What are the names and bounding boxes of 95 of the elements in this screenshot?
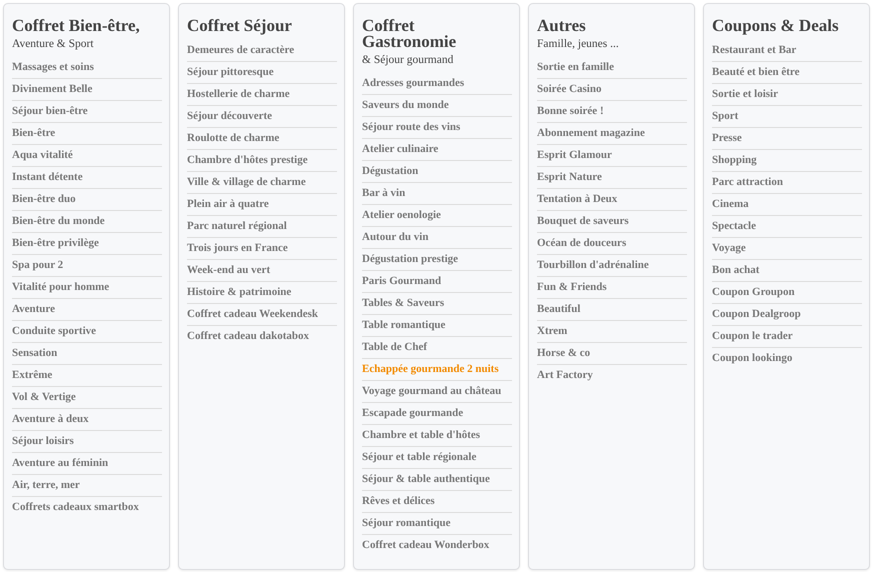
category-link[interactable]: Coupon Dealgroop	[712, 304, 862, 326]
category-link[interactable]: Bien-être privilège	[12, 233, 162, 255]
category-link[interactable]: Aventure à deux	[12, 409, 162, 431]
category-link[interactable]: Séjour route des vins	[362, 117, 512, 139]
category-link[interactable]: Demeures de caractère	[187, 40, 337, 62]
category-subtitle: Aventure & Sport	[12, 37, 95, 51]
category-link[interactable]: Tables & Saveurs	[362, 293, 512, 315]
category-link[interactable]: Séjour découverte	[187, 106, 337, 128]
category-link[interactable]: Tentation à Deux	[537, 189, 687, 211]
category-link[interactable]: Table romantique	[362, 315, 512, 337]
category-link[interactable]: Divinement Belle	[12, 79, 162, 101]
category-link[interactable]: Massages et soins	[12, 57, 162, 79]
category-link[interactable]: Dégustation	[362, 161, 512, 183]
category-link[interactable]: Esprit Glamour	[537, 145, 687, 167]
category-link[interactable]: Instant détente	[12, 167, 162, 189]
category-link[interactable]: Rêves et délices	[362, 491, 512, 513]
category-link[interactable]: Aventure au féminin	[12, 453, 162, 475]
category-link[interactable]: Paris Gourmand	[362, 271, 512, 293]
category-link[interactable]: Bonne soirée !	[537, 101, 687, 123]
category-link[interactable]: Séjour loisirs	[12, 431, 162, 453]
category-link[interactable]: Beautiful	[537, 299, 687, 321]
category-link[interactable]: Coffret cadeau Wonderbox	[362, 535, 512, 557]
category-link[interactable]: Séjour et table régionale	[362, 447, 512, 469]
category-link[interactable]: Horse & co	[537, 343, 687, 365]
category-link[interactable]: Vol & Vertige	[12, 387, 162, 409]
category-link[interactable]: Voyage	[712, 238, 862, 260]
category-link[interactable]: Restaurant et Bar	[712, 40, 862, 62]
category-link[interactable]: Sortie et loisir	[712, 84, 862, 106]
category-link[interactable]: Séjour pittoresque	[187, 62, 337, 84]
category-link[interactable]: Bien-être	[12, 123, 162, 145]
category-link[interactable]: Bon achat	[712, 260, 862, 282]
category-title: Coupons & Deals	[712, 18, 840, 34]
category-link[interactable]: Trois jours en France	[187, 238, 337, 260]
category-link[interactable]: Aventure	[12, 299, 162, 321]
category-title: Coffret Séjour	[187, 18, 293, 34]
category-title: Coffret Gastronomie	[362, 18, 458, 50]
category-link[interactable]: Océan de douceurs	[537, 233, 687, 255]
category-subtitle: & Séjour gourmand	[362, 53, 454, 67]
category-link[interactable]: Xtrem	[537, 321, 687, 343]
category-link[interactable]: Sensation	[12, 343, 162, 365]
category-link[interactable]: Conduite sportive	[12, 321, 162, 343]
category-subtitle: Famille, jeunes ...	[537, 37, 620, 51]
category-link[interactable]: Parc attraction	[712, 172, 862, 194]
category-link[interactable]: Fun & Friends	[537, 277, 687, 299]
category-link[interactable]: Bouquet de saveurs	[537, 211, 687, 233]
category-link[interactable]: Atelier culinaire	[362, 139, 512, 161]
category-link[interactable]: Bien-être duo	[12, 189, 162, 211]
category-link[interactable]: Sport	[712, 106, 862, 128]
category-link[interactable]: Extrême	[12, 365, 162, 387]
category-link[interactable]: Chambre d'hôtes prestige	[187, 150, 337, 172]
category-link[interactable]: Voyage gourmand au château	[362, 381, 512, 403]
category-link[interactable]: Hostellerie de charme	[187, 84, 337, 106]
category-link[interactable]: Abonnement magazine	[537, 123, 687, 145]
category-link[interactable]: Chambre et table d'hôtes	[362, 425, 512, 447]
category-link[interactable]: Shopping	[712, 150, 862, 172]
category-link[interactable]: Escapade gourmande	[362, 403, 512, 425]
category-link[interactable]: Séjour & table authentique	[362, 469, 512, 491]
category-link[interactable]: Autour du vin	[362, 227, 512, 249]
category-link[interactable]: Coupon lookingo	[712, 348, 862, 370]
category-link[interactable]: Esprit Nature	[537, 167, 687, 189]
category-link[interactable]: Parc naturel régional	[187, 216, 337, 238]
category-link[interactable]: Beauté et bien être	[712, 62, 862, 84]
category-link[interactable]: Aqua vitalité	[12, 145, 162, 167]
category-link[interactable]: Séjour romantique	[362, 513, 512, 535]
category-link[interactable]: Week-end au vert	[187, 260, 337, 282]
category-link[interactable]: Spectacle	[712, 216, 862, 238]
category-link[interactable]: Plein air à quatre	[187, 194, 337, 216]
category-link[interactable]: Histoire & patrimoine	[187, 282, 337, 304]
category-link[interactable]: Sortie en famille	[537, 57, 687, 79]
category-link[interactable]: Coffret cadeau Weekendesk	[187, 304, 337, 326]
category-link[interactable]: Cinema	[712, 194, 862, 216]
category-link[interactable]: Echappée gourmande 2 nuits	[362, 359, 512, 381]
category-link[interactable]: Presse	[712, 128, 862, 150]
category-title: Autres	[537, 18, 587, 34]
category-link[interactable]: Tourbillon d'adrénaline	[537, 255, 687, 277]
category-title: Coffret Bien-être,	[12, 18, 141, 34]
category-link[interactable]: Ville & village de charme	[187, 172, 337, 194]
category-link[interactable]: Soirée Casino	[537, 79, 687, 101]
category-link[interactable]: Séjour bien-être	[12, 101, 162, 123]
category-link[interactable]: Coffret cadeau dakotabox	[187, 326, 337, 348]
category-link[interactable]: Bar à vin	[362, 183, 512, 205]
category-link[interactable]: Bien-être du monde	[12, 211, 162, 233]
category-link[interactable]: Saveurs du monde	[362, 95, 512, 117]
category-link[interactable]: Table de Chef	[362, 337, 512, 359]
category-link[interactable]: Air, terre, mer	[12, 475, 162, 497]
category-link[interactable]: Adresses gourmandes	[362, 73, 512, 95]
category-link[interactable]: Dégustation prestige	[362, 249, 512, 271]
category-link[interactable]: Coupon Groupon	[712, 282, 862, 304]
category-link[interactable]: Vitalité pour homme	[12, 277, 162, 299]
category-link[interactable]: Art Factory	[537, 365, 687, 387]
category-link[interactable]: Coupon le trader	[712, 326, 862, 348]
category-link[interactable]: Spa pour 2	[12, 255, 162, 277]
category-link[interactable]: Atelier oenologie	[362, 205, 512, 227]
category-link[interactable]: Roulotte de charme	[187, 128, 337, 150]
category-link[interactable]: Coffrets cadeaux smartbox	[12, 497, 162, 519]
